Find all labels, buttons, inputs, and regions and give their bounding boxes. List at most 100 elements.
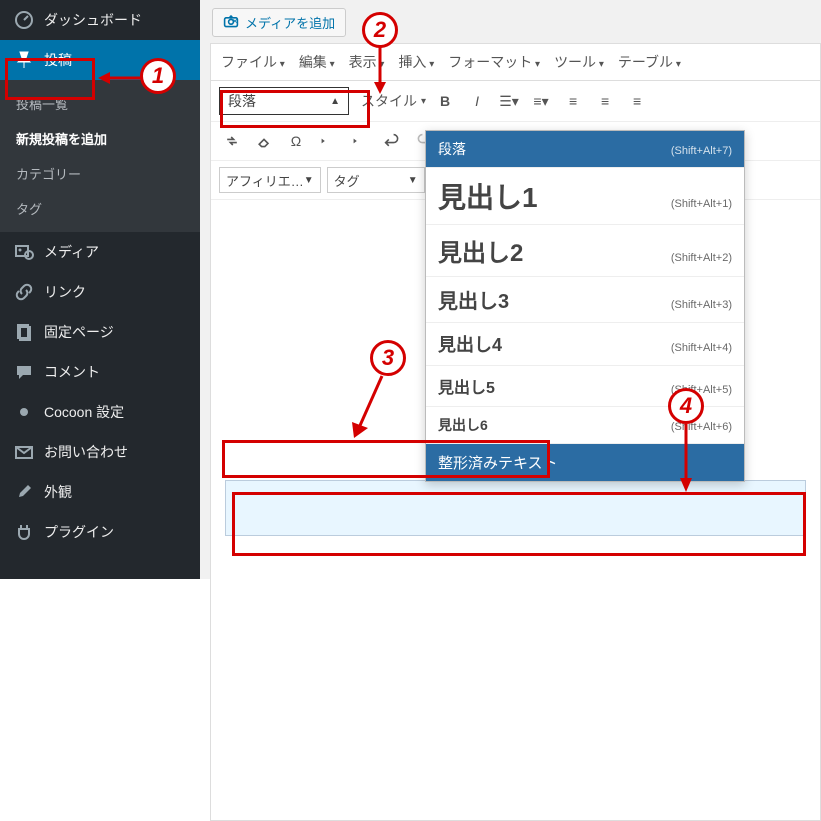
dropdown-item-h3[interactable]: 見出し3 (Shift+Alt+3) <box>426 277 744 323</box>
editor-body[interactable] <box>211 480 820 820</box>
sidebar-item-dashboard[interactable]: ダッシュボード <box>0 0 200 40</box>
sidebar-sub-all[interactable]: 投稿一覧 <box>0 86 200 121</box>
dropdown-h1-label: 見出し1 <box>438 176 538 216</box>
affiliate-dropdown[interactable]: アフィリエ… ▼ <box>219 167 321 193</box>
main-content: メディアを追加 ファイル 編集 表示 挿入 フォーマット ツール テーブル 段落… <box>200 0 821 579</box>
cocoon-icon <box>14 402 34 422</box>
menu-format[interactable]: フォーマット <box>448 52 540 72</box>
menu-edit[interactable]: 編集 <box>299 52 335 72</box>
affiliate-label: アフィリエ… <box>226 171 304 190</box>
dropdown-h3-shortcut: (Shift+Alt+3) <box>671 299 732 311</box>
link-icon <box>14 282 34 302</box>
sidebar-appearance-label: 外観 <box>44 482 72 502</box>
mail-icon <box>14 442 34 462</box>
toolbar-row-1: 段落 ▲ スタイル ▾ B I ☰▾ ≡▾ ≡ ≡ ≡ <box>211 81 820 122</box>
dropdown-item-paragraph[interactable]: 段落 (Shift+Alt+7) <box>426 131 744 168</box>
sidebar-pages-label: 固定ページ <box>44 322 114 342</box>
outdent-button[interactable] <box>315 128 341 154</box>
format-select[interactable]: 段落 ▲ <box>219 87 349 115</box>
replace-button[interactable] <box>219 128 245 154</box>
dropdown-item-preformatted[interactable]: 整形済みテキスト <box>426 444 744 481</box>
sidebar-media-label: メディア <box>44 242 99 262</box>
bold-button[interactable]: B <box>432 88 458 114</box>
sidebar-item-contact[interactable]: お問い合わせ <box>0 432 200 472</box>
chevron-down-icon: ▼ <box>304 175 314 186</box>
sidebar-item-posts[interactable]: 投稿 <box>0 40 200 80</box>
indent-button[interactable] <box>347 128 373 154</box>
preformatted-block[interactable] <box>225 480 806 536</box>
align-right-button[interactable]: ≡ <box>624 88 650 114</box>
sidebar-item-pages[interactable]: 固定ページ <box>0 312 200 352</box>
sidebar-posts-label: 投稿 <box>44 50 72 70</box>
align-left-button[interactable]: ≡ <box>560 88 586 114</box>
dropdown-item-h1[interactable]: 見出し1 (Shift+Alt+1) <box>426 168 744 225</box>
dropdown-item-h2[interactable]: 見出し2 (Shift+Alt+2) <box>426 225 744 277</box>
menu-view[interactable]: 表示 <box>349 52 385 72</box>
add-media-label: メディアを追加 <box>245 13 335 32</box>
dropdown-h4-shortcut: (Shift+Alt+4) <box>671 342 732 354</box>
pin-icon <box>14 50 34 70</box>
dashboard-icon <box>14 10 34 30</box>
dropdown-h2-shortcut: (Shift+Alt+2) <box>671 252 732 264</box>
eraser-button[interactable] <box>251 128 277 154</box>
media-icon <box>14 242 34 262</box>
bullet-list-button[interactable]: ☰▾ <box>496 88 522 114</box>
sidebar-item-media[interactable]: メディア <box>0 232 200 272</box>
dropdown-h6-shortcut: (Shift+Alt+6) <box>671 421 732 433</box>
sidebar-plugins-label: プラグイン <box>44 522 114 542</box>
dropdown-pre-label: 整形済みテキスト <box>438 452 558 473</box>
dropdown-h4-label: 見出し4 <box>438 331 502 357</box>
sidebar-sub-add[interactable]: 新規投稿を追加 <box>0 121 200 156</box>
dropdown-paragraph-label: 段落 <box>438 139 466 159</box>
dropdown-paragraph-shortcut: (Shift+Alt+7) <box>671 145 732 157</box>
number-list-button[interactable]: ≡▾ <box>528 88 554 114</box>
menu-table[interactable]: テーブル <box>618 52 681 72</box>
chevron-down-icon: ▼ <box>408 175 418 186</box>
posts-submenu: 投稿一覧 新規投稿を追加 カテゴリー タグ <box>0 80 200 232</box>
add-media-button[interactable]: メディアを追加 <box>212 8 346 37</box>
dropdown-h5-label: 見出し5 <box>438 374 495 398</box>
sidebar-contact-label: お問い合わせ <box>44 442 128 462</box>
tag-dropdown[interactable]: タグ ▼ <box>327 167 425 193</box>
tag-label: タグ <box>334 171 360 190</box>
sidebar-sub-tag[interactable]: タグ <box>0 191 200 226</box>
plugin-icon <box>14 522 34 542</box>
menu-file[interactable]: ファイル <box>221 52 285 72</box>
dropdown-h2-label: 見出し2 <box>438 233 523 268</box>
omega-button[interactable]: Ω <box>283 128 309 154</box>
dropdown-h3-label: 見出し3 <box>438 285 509 314</box>
dropdown-item-h6[interactable]: 見出し6 (Shift+Alt+6) <box>426 407 744 444</box>
format-select-label: 段落 <box>228 91 256 111</box>
format-dropdown: 段落 (Shift+Alt+7) 見出し1 (Shift+Alt+1) 見出し2… <box>425 130 745 482</box>
chevron-down-icon: ▾ <box>421 96 426 107</box>
sidebar-cocoon-label: Cocoon 設定 <box>44 402 124 422</box>
sidebar-item-link[interactable]: リンク <box>0 272 200 312</box>
sidebar-item-appearance[interactable]: 外観 <box>0 472 200 512</box>
dropdown-item-h5[interactable]: 見出し5 (Shift+Alt+5) <box>426 366 744 407</box>
menu-tool[interactable]: ツール <box>554 52 604 72</box>
sidebar-item-comments[interactable]: コメント <box>0 352 200 392</box>
sidebar-link-label: リンク <box>44 282 86 302</box>
italic-button[interactable]: I <box>464 88 490 114</box>
dropdown-item-h4[interactable]: 見出し4 (Shift+Alt+4) <box>426 323 744 366</box>
brush-icon <box>14 482 34 502</box>
admin-sidebar: ダッシュボード 投稿 投稿一覧 新規投稿を追加 カテゴリー タグ メディア リン… <box>0 0 200 579</box>
sidebar-dashboard-label: ダッシュボード <box>44 10 142 30</box>
style-select-label: スタイル <box>361 91 417 111</box>
menu-insert[interactable]: 挿入 <box>398 52 434 72</box>
undo-button[interactable] <box>379 128 405 154</box>
style-select[interactable]: スタイル ▾ <box>361 91 426 111</box>
sidebar-item-plugins[interactable]: プラグイン <box>0 512 200 552</box>
align-center-button[interactable]: ≡ <box>592 88 618 114</box>
dropdown-h5-shortcut: (Shift+Alt+5) <box>671 384 732 396</box>
pages-icon <box>14 322 34 342</box>
editor-menubar: ファイル 編集 表示 挿入 フォーマット ツール テーブル <box>211 44 820 81</box>
dropdown-h1-shortcut: (Shift+Alt+1) <box>671 198 732 210</box>
sidebar-item-cocoon[interactable]: Cocoon 設定 <box>0 392 200 432</box>
camera-icon <box>223 13 239 32</box>
format-select-arrow-icon: ▲ <box>330 96 340 107</box>
sidebar-sub-category[interactable]: カテゴリー <box>0 156 200 191</box>
comment-icon <box>14 362 34 382</box>
sidebar-comments-label: コメント <box>44 362 100 382</box>
dropdown-h6-label: 見出し6 <box>438 415 488 435</box>
